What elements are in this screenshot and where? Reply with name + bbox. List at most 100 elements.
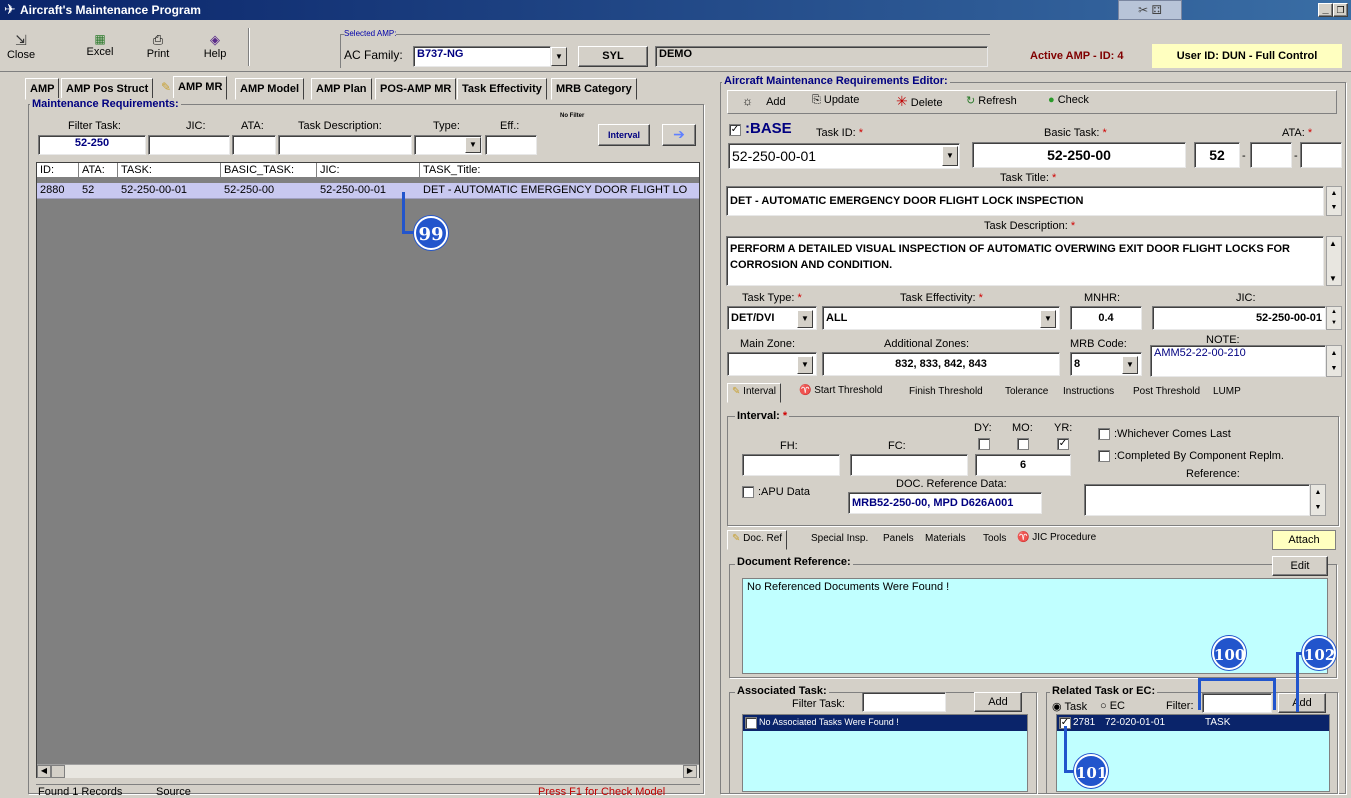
tab-task-effectivity[interactable]: Task Effectivity <box>457 78 547 100</box>
amp-code-button[interactable]: SYL <box>578 46 648 67</box>
col-header-task[interactable]: TASK: <box>121 164 152 176</box>
desc-filter-input[interactable] <box>278 135 412 155</box>
tab-mrb-category[interactable]: MRB Category <box>551 78 637 100</box>
related-add-button[interactable]: Add <box>1278 693 1326 713</box>
chevron-down-icon[interactable]: ▼ <box>465 137 481 153</box>
task-id-select[interactable]: 52-250-00-01 <box>728 143 960 169</box>
col-header-id[interactable]: ID: <box>40 164 54 176</box>
chevron-down-icon[interactable]: ▼ <box>1040 310 1056 328</box>
delete-button[interactable]: ✳ Delete <box>896 93 943 110</box>
arrow-right-button[interactable]: ➔ <box>662 124 696 146</box>
subtab-materials[interactable]: Materials <box>925 533 966 544</box>
tab-amp-model[interactable]: AMP Model <box>235 78 305 100</box>
subtab-tools[interactable]: Tools <box>983 533 1006 544</box>
ata-field-1[interactable]: 52 <box>1194 142 1240 168</box>
subtab-interval[interactable]: ✎ Interval <box>727 383 781 403</box>
mo-checkbox[interactable] <box>1017 438 1029 450</box>
doc-ref-data-field[interactable]: MRB52-250-00, MPD D626A001 <box>848 492 1042 514</box>
col-header-jic[interactable]: JIC: <box>320 164 340 176</box>
assoc-filter-input[interactable] <box>862 692 946 712</box>
related-filter-input[interactable] <box>1202 693 1272 713</box>
completed-checkbox[interactable] <box>1098 450 1110 462</box>
ata-field-3[interactable] <box>1300 142 1342 168</box>
task-desc-field[interactable]: PERFORM A DETAILED VISUAL INSPECTION OF … <box>726 236 1324 286</box>
list-item[interactable]: ✓ 2781 72-020-01-01 TASK <box>1057 715 1329 731</box>
jic-scrollbar[interactable]: ▲ ▼ <box>1326 306 1342 330</box>
restore-button[interactable]: ❐ <box>1333 3 1348 17</box>
mnhr-field[interactable]: 0.4 <box>1070 306 1142 330</box>
subtab-jic-procedure[interactable]: ♈ JIC Procedure <box>1017 532 1096 543</box>
subtab-post-threshold[interactable]: Post Threshold <box>1133 386 1200 397</box>
additional-zones-field[interactable]: 832, 833, 842, 843 <box>822 352 1060 376</box>
excel-button[interactable]: ▦ Excel <box>80 32 120 58</box>
jic-field[interactable]: 52-250-00-01 <box>1152 306 1326 330</box>
print-button[interactable]: ⎙ Print <box>138 32 178 60</box>
horizontal-scrollbar[interactable]: ◀ ▶ <box>37 764 699 778</box>
task-title-field[interactable]: DET - AUTOMATIC EMERGENCY DOOR FLIGHT LO… <box>726 186 1324 216</box>
note-field[interactable]: AMM52-22-00-210 <box>1150 345 1326 377</box>
subtab-special-insp[interactable]: Special Insp. <box>811 533 868 544</box>
subtab-finish-threshold[interactable]: Finish Threshold <box>909 386 983 397</box>
subtab-tolerance[interactable]: Tolerance <box>1005 386 1048 397</box>
yr-interval-input[interactable]: 6 <box>975 454 1071 476</box>
layout-icons[interactable]: ✂ ⚃ <box>1118 0 1182 20</box>
col-header-task-title[interactable]: TASK_Title: <box>423 164 480 176</box>
scroll-down-icon[interactable]: ▼ <box>1329 274 1337 283</box>
reference-field[interactable] <box>1084 484 1310 516</box>
chevron-down-icon[interactable]: ▼ <box>942 146 958 166</box>
subtab-instructions[interactable]: Instructions <box>1063 386 1114 397</box>
ac-family-select[interactable]: B737-NG <box>413 46 551 67</box>
scroll-left-icon[interactable]: ◀ <box>37 765 51 778</box>
base-checkbox[interactable]: ✓ <box>729 124 741 136</box>
eff-filter-input[interactable] <box>485 135 537 155</box>
col-header-basic-task[interactable]: BASIC_TASK: <box>224 164 294 176</box>
scroll-thumb[interactable] <box>51 765 65 778</box>
tab-amp-plan[interactable]: AMP Plan <box>311 78 372 100</box>
chevron-down-icon[interactable]: ▼ <box>797 310 813 328</box>
scroll-up-icon[interactable]: ▲ <box>1329 239 1337 248</box>
subtab-start-threshold[interactable]: ♈ Start Threshold <box>799 385 882 396</box>
task-radio[interactable]: ◉ Task <box>1052 700 1087 713</box>
ata-field-2[interactable] <box>1250 142 1292 168</box>
update-button[interactable]: ⎘ Update <box>812 94 859 107</box>
subtab-lump[interactable]: LUMP <box>1213 386 1241 397</box>
task-title-scrollbar[interactable]: ▲ ▼ <box>1326 186 1342 216</box>
apu-checkbox[interactable] <box>742 486 754 498</box>
ata-filter-input[interactable] <box>232 135 276 155</box>
ec-radio[interactable]: ○ EC <box>1100 700 1125 712</box>
tab-pos-amp-mr[interactable]: POS-AMP MR <box>375 78 457 100</box>
tab-amp-mr[interactable]: AMP MR <box>173 76 228 100</box>
chevron-down-icon[interactable]: ▼ <box>551 47 567 66</box>
tab-amp[interactable]: AMP <box>25 78 60 100</box>
close-button[interactable]: ⇲ Close <box>6 32 36 61</box>
whichever-checkbox[interactable] <box>1098 428 1110 440</box>
yr-checkbox[interactable]: ✓ <box>1057 438 1069 450</box>
fc-input[interactable] <box>850 454 968 476</box>
add-button[interactable]: ☼ Add <box>742 94 786 108</box>
task-desc-scrollbar[interactable]: ▲ ▼ <box>1326 236 1342 286</box>
interval-button[interactable]: Interval <box>598 124 650 146</box>
filter-task-input[interactable]: 52-250 <box>38 135 146 155</box>
attach-button[interactable]: Attach <box>1272 530 1336 550</box>
check-button[interactable]: ● Check <box>1048 94 1089 106</box>
jic-filter-input[interactable] <box>148 135 230 155</box>
list-item[interactable]: No Associated Tasks Were Found ! <box>743 715 1027 731</box>
fh-input[interactable] <box>742 454 840 476</box>
scroll-right-icon[interactable]: ▶ <box>683 765 697 778</box>
task-eff-select[interactable]: ALL <box>822 306 1060 330</box>
subtab-panels[interactable]: Panels <box>883 533 914 544</box>
assoc-item-checkbox[interactable] <box>745 717 757 729</box>
edit-button[interactable]: Edit <box>1272 556 1328 576</box>
reference-scrollbar[interactable]: ▲ ▼ <box>1310 484 1326 516</box>
dy-checkbox[interactable] <box>978 438 990 450</box>
chevron-down-icon[interactable]: ▼ <box>1122 356 1138 374</box>
help-button[interactable]: ◈ Help <box>195 32 235 60</box>
refresh-button[interactable]: ↻ Refresh <box>966 94 1017 107</box>
subtab-doc-ref[interactable]: ✎ Doc. Ref <box>727 530 788 550</box>
chevron-down-icon[interactable]: ▼ <box>797 356 813 374</box>
assoc-add-button[interactable]: Add <box>974 692 1022 712</box>
basic-task-field[interactable]: 52-250-00 <box>972 142 1186 168</box>
minimize-button[interactable]: _ <box>1318 3 1333 17</box>
col-header-ata[interactable]: ATA: <box>82 164 105 176</box>
note-scrollbar[interactable]: ▲ ▼ <box>1326 345 1342 377</box>
